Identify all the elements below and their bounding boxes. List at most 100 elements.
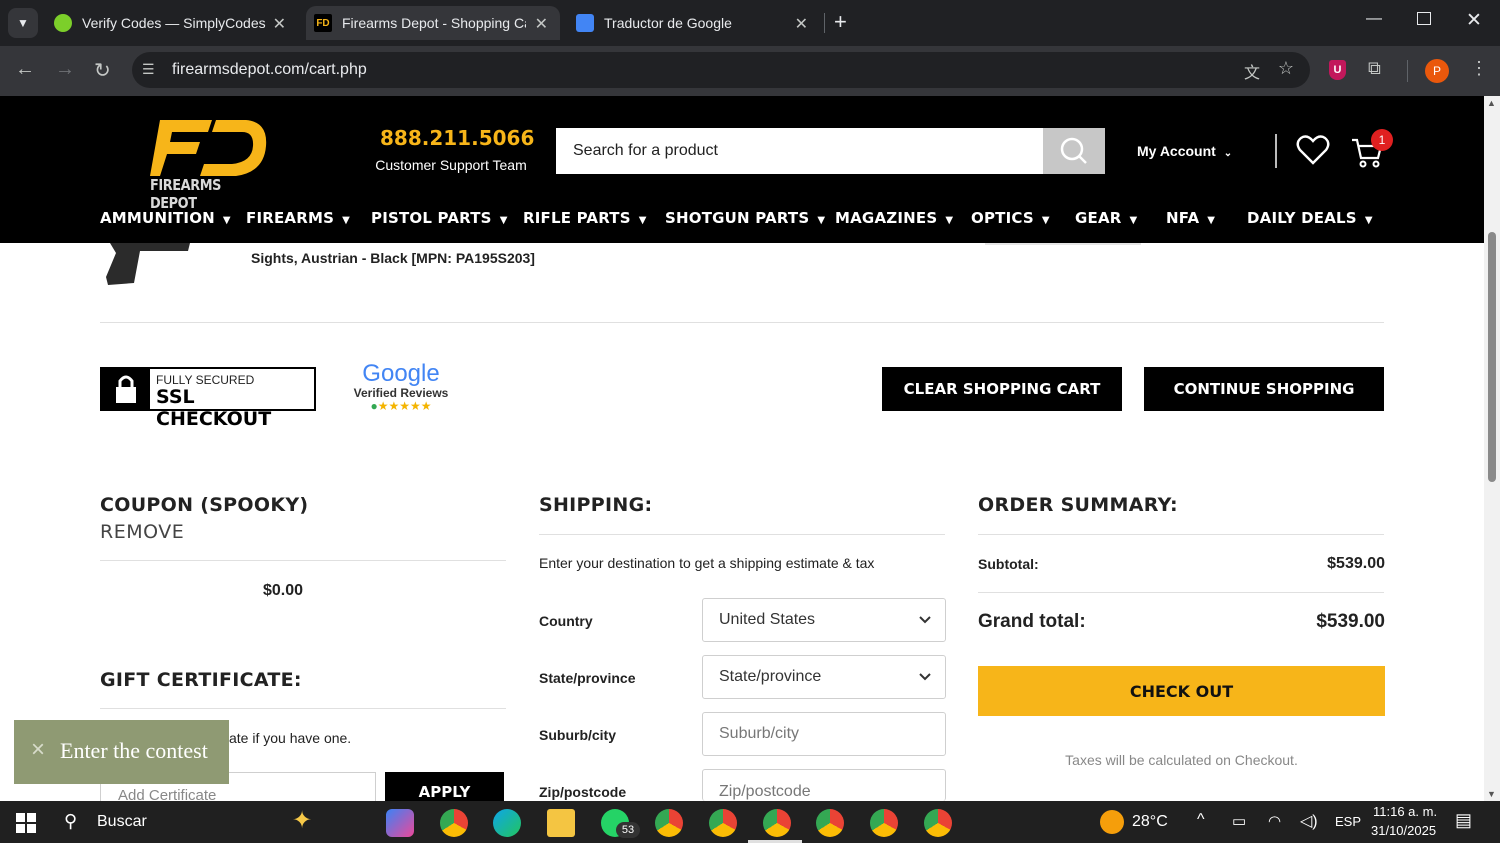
chrome-profile-q-icon[interactable] [816,809,844,837]
scroll-thumb[interactable] [1488,232,1496,482]
address-bar[interactable]: ☰ firearmsdepot.com/cart.php 文 ☆ [132,52,1310,88]
scroll-up-arrow-icon[interactable]: ▲ [1487,98,1496,108]
nav-gear[interactable]: GEAR ▼ [1075,209,1137,227]
wishlist-heart-icon[interactable] [1296,134,1330,166]
close-window-button[interactable]: ✕ [1466,9,1482,32]
nav-nfa[interactable]: NFA ▼ [1166,209,1215,227]
tab-firearms-depot[interactable]: FD Firearms Depot - Shopping Cart ✕ [306,6,560,40]
windows-start-icon[interactable] [16,813,36,833]
gift-certificate-title: GIFT CERTIFICATE: [100,669,302,691]
product-thumbnail[interactable] [100,243,195,288]
search-input[interactable]: Search for a product [556,128,1105,174]
divider [100,322,1384,323]
chrome-profile-c2-icon[interactable] [709,809,737,837]
zip-input[interactable]: Zip/postcode [702,769,946,801]
search-icon[interactable]: ⚲ [64,811,77,832]
back-arrow-icon[interactable]: ← [15,58,35,81]
search-placeholder: Search for a product [573,142,718,159]
weather-temp[interactable]: 28°C [1132,813,1168,831]
clock-time[interactable]: 11:16 a. m. [1373,804,1437,819]
coupon-title: COUPON (SPOOKY) [100,494,309,516]
language-indicator[interactable]: ESP [1335,814,1361,829]
copilot-app-icon[interactable] [386,809,414,837]
country-select[interactable]: United States [702,598,946,642]
page-scrollbar[interactable]: ▲ ▼ [1484,96,1500,801]
caret-down-icon: ▼ [638,215,647,226]
extensions-puzzle-icon[interactable]: ⧉ [1368,58,1381,79]
copilot-sparkle-icon[interactable]: ✦ [292,806,312,835]
apply-button[interactable]: APPLY [385,772,504,801]
restore-button[interactable] [1417,12,1431,25]
google-wordmark: Google [362,360,440,387]
volume-icon[interactable]: ◁) [1300,811,1318,831]
nav-label: PISTOL PARTS [371,209,492,227]
nav-daily-deals[interactable]: DAILY DEALS ▼ [1247,209,1373,227]
state-select[interactable]: State/province [702,655,946,699]
clear-shopping-cart-button[interactable]: CLEAR SHOPPING CART [882,367,1122,411]
search-button[interactable] [1043,128,1105,174]
close-contest-icon[interactable]: × [31,736,45,764]
nav-magazines[interactable]: MAGAZINES ▼ [835,209,953,227]
tab-simplycodes[interactable]: Verify Codes — SimplyCodes ✕ [48,6,298,40]
nav-optics[interactable]: OPTICS ▼ [971,209,1050,227]
chrome-profile-c-icon[interactable] [655,809,683,837]
my-account-menu[interactable]: My Account ⌄ [1137,143,1232,159]
continue-shopping-button[interactable]: CONTINUE SHOPPING [1144,367,1384,411]
nav-firearms[interactable]: FIREARMS ▼ [246,209,350,227]
city-placeholder: Suburb/city [719,725,800,742]
close-tab-icon[interactable]: ✕ [535,14,548,34]
clock-date[interactable]: 31/10/2025 [1371,823,1436,838]
nav-rifle-parts[interactable]: RIFLE PARTS ▼ [523,209,647,227]
contest-label: Enter the contest [60,738,208,763]
taskbar-search-label[interactable]: Buscar [97,813,147,831]
stars: ★★★★★ [377,399,432,413]
profile-avatar[interactable]: P [1425,59,1449,83]
meet-icon[interactable]: ▭ [1232,812,1246,830]
chrome-app-icon[interactable] [440,809,468,837]
contest-popup[interactable]: × Enter the contest [14,720,229,784]
reload-icon[interactable]: ↻ [94,58,111,83]
minimize-button[interactable]: — [1366,10,1382,28]
file-explorer-icon[interactable] [547,809,575,837]
site-info-icon[interactable]: ☰ [142,61,155,78]
google-reviews-sub: Verified Reviews [353,386,449,400]
checkout-button[interactable]: CHECK OUT [978,666,1385,716]
close-tab-icon[interactable]: ✕ [795,14,808,34]
search-icon [1060,137,1087,164]
star-icon[interactable]: ☆ [1278,58,1294,79]
chrome-profile-g-icon[interactable] [924,809,952,837]
chrome-profile-p-icon[interactable] [763,809,791,837]
weather-sun-icon[interactable] [1100,810,1124,834]
chrome-profile-s-icon[interactable] [870,809,898,837]
chevron-down-icon: ⌄ [1223,148,1233,159]
divider [978,592,1384,593]
tab-search-dropdown[interactable]: ▼ [8,8,38,38]
nav-pistol-parts[interactable]: PISTOL PARTS ▼ [371,209,508,227]
support-phone[interactable]: 888.211.5066 [380,126,534,150]
ublock-extension-icon[interactable]: U [1329,60,1346,80]
forward-arrow-icon[interactable]: → [55,58,75,81]
caret-down-icon: ▼ [222,215,231,226]
edge-app-icon[interactable] [493,809,521,837]
product-name[interactable]: Sights, Austrian - Black [MPN: PA195S203… [251,250,535,266]
tab-google-translate[interactable]: Traductor de Google ✕ [570,6,820,40]
divider [539,534,945,535]
new-tab-button[interactable]: + [834,9,847,35]
city-input[interactable]: Suburb/city [702,712,946,756]
simplycodes-favicon-icon [54,14,72,32]
more-menu-icon[interactable]: ⋮ [1470,58,1488,79]
browser-tab-bar: ▼ Verify Codes — SimplyCodes ✕ FD Firear… [0,0,1500,46]
nav-ammunition[interactable]: AMMUNITION ▼ [100,209,231,227]
coupon-remove-link[interactable]: REMOVE [100,521,184,543]
caret-down-icon: ▼ [342,215,351,226]
show-hidden-icons-icon[interactable]: ^ [1197,811,1205,829]
tab-title: Firearms Depot - Shopping Cart [342,15,526,31]
nav-shotgun-parts[interactable]: SHOTGUN PARTS ▼ [665,209,825,227]
scroll-down-arrow-icon[interactable]: ▼ [1487,789,1496,799]
firearms-depot-logo[interactable]: FIREARMS DEPOT [150,106,270,212]
wifi-icon[interactable]: ◠ [1268,812,1281,830]
caret-down-icon: ▼ [1364,215,1373,226]
close-tab-icon[interactable]: ✕ [273,14,286,34]
notifications-icon[interactable]: ▤ [1455,810,1472,831]
translate-icon[interactable]: 文 [1244,59,1260,83]
